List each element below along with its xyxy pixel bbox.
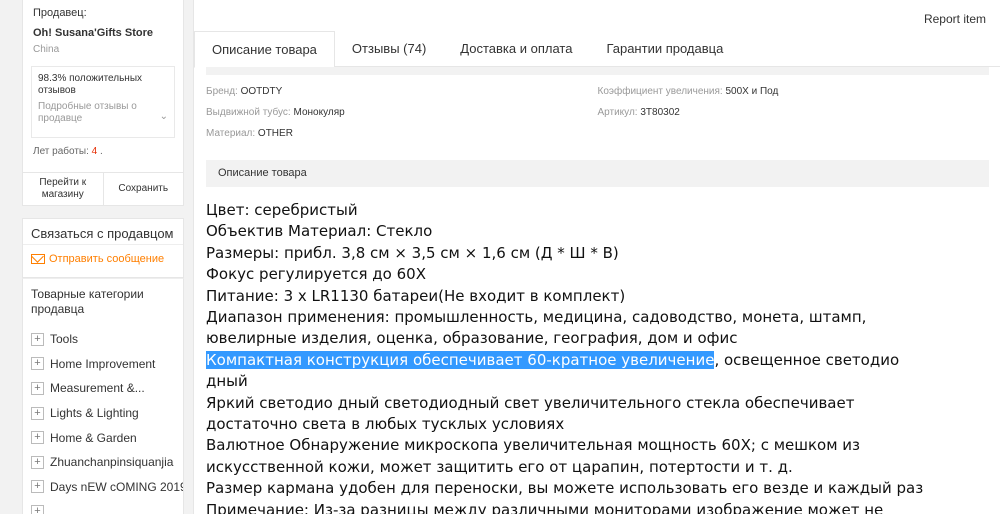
- feedback-positive: 98.3% положительных отзывов: [38, 73, 168, 97]
- spec-sku: Артикул: 3T80302: [597, 107, 680, 118]
- feedback-summary[interactable]: 98.3% положительных отзывов Подробные от…: [31, 66, 175, 138]
- spec-material: Материал: OTHER: [206, 128, 293, 139]
- expand-plus-icon[interactable]: +: [31, 431, 44, 445]
- desc-line: Диапазон применения: промышленность, мед…: [206, 308, 867, 327]
- product-description: Цвет: серебристый Объектив Материал: Сте…: [206, 200, 991, 514]
- detail-tabs: Описание товара Отзывы (74) Доставка и о…: [194, 31, 1000, 68]
- desc-line: искусственной кожи, может защитить его о…: [206, 457, 793, 476]
- spec-row: Выдвижной тубус: Монокуляр Артикул: 3T80…: [206, 107, 989, 128]
- desc-line: достаточно света в любых тусклых условия…: [206, 415, 565, 434]
- specs-header-bar: [206, 67, 989, 75]
- spec-brand: Бренд: OOTDTY: [206, 86, 283, 97]
- contact-title: Связаться с продавцом: [23, 219, 183, 245]
- category-label[interactable]: Home & Garden: [50, 431, 137, 445]
- seller-country: China: [33, 44, 60, 55]
- product-detail-panel: Report item Описание товара Отзывы (74) …: [193, 0, 1000, 514]
- expand-plus-icon[interactable]: +: [31, 504, 44, 514]
- desc-line: Объектив Материал: Стекло: [206, 222, 433, 241]
- left-sidebar: Продавец: Oh! Susana'Gifts Store China 9…: [22, 0, 184, 514]
- detailed-feedback-link[interactable]: Подробные отзывы о продавце: [38, 101, 156, 125]
- mail-icon: [31, 254, 45, 264]
- tab-shipping[interactable]: Доставка и оплата: [443, 31, 589, 67]
- seller-label: Продавец:: [33, 7, 87, 19]
- desc-line: Яркий светодио дный светодиодный свет ув…: [206, 393, 855, 412]
- category-item[interactable]: + Lights & Lighting: [31, 401, 183, 426]
- tab-description[interactable]: Описание товара: [194, 31, 335, 68]
- store-categories: Товарные категории продавца + Tools + Home…: [22, 278, 184, 514]
- years-suffix: .: [100, 146, 103, 157]
- category-item[interactable]: + Days nEW cOMING 2019: [31, 475, 183, 500]
- send-message-link[interactable]: Отправить сообщение: [23, 245, 183, 273]
- seller-name-link[interactable]: Oh! Susana'Gifts Store: [33, 26, 173, 40]
- category-list: + Tools + Home Improvement + Measurement &.…: [23, 319, 183, 514]
- save-store-button[interactable]: Сохранить: [102, 173, 184, 205]
- years-value: 4: [91, 146, 98, 157]
- desc-text: , освещенное светодио: [714, 350, 900, 369]
- seller-actions: Перейти к магазину Сохранить: [23, 172, 183, 205]
- expand-plus-icon[interactable]: +: [31, 455, 44, 469]
- category-item[interactable]: + Tools: [31, 327, 183, 352]
- expand-plus-icon[interactable]: +: [31, 381, 44, 395]
- tab-reviews[interactable]: Отзывы (74): [335, 31, 443, 67]
- category-item[interactable]: + Home Improvement: [31, 352, 183, 377]
- feedback-percent: 98.3%: [38, 73, 67, 84]
- chevron-down-icon[interactable]: ⌄: [160, 111, 168, 122]
- spec-tube: Выдвижной тубус: Монокуляр: [206, 107, 345, 118]
- expand-plus-icon[interactable]: +: [31, 406, 44, 420]
- desc-line: Размеры: прибл. 3,8 см × 3,5 см × 1,6 см…: [206, 243, 619, 262]
- category-label[interactable]: Zhuanchanpinsiquanjia: [50, 455, 173, 469]
- category-label[interactable]: Lights & Lighting: [50, 406, 139, 420]
- seller-info-card: Продавец: Oh! Susana'Gifts Store China 9…: [22, 0, 184, 206]
- category-label[interactable]: Days nEW cOMING 2019: [50, 480, 183, 494]
- category-item[interactable]: + Measurement &...: [31, 376, 183, 401]
- category-item[interactable]: +: [31, 499, 183, 514]
- category-label[interactable]: Tools: [50, 332, 78, 346]
- description-header: Описание товара: [206, 160, 989, 187]
- desc-line: Цвет: серебристый: [206, 201, 358, 219]
- report-item-link[interactable]: Report item: [924, 12, 986, 26]
- spec-row: Материал: OTHER: [206, 128, 989, 149]
- category-label[interactable]: Measurement &...: [50, 381, 145, 395]
- store-years: Лет работы: 4 .: [33, 146, 173, 158]
- category-item[interactable]: + Home & Garden: [31, 425, 183, 450]
- contact-seller-card: Связаться с продавцом Отправить сообщени…: [22, 218, 184, 278]
- expand-plus-icon[interactable]: +: [31, 332, 44, 346]
- spec-row: Бренд: OOTDTY Коэффициент увеличения: 50…: [206, 86, 989, 107]
- category-label[interactable]: Home Improvement: [50, 357, 155, 371]
- expand-plus-icon[interactable]: +: [31, 480, 44, 494]
- desc-line: Фокус регулируется до 60X: [206, 265, 426, 284]
- desc-line: Валютное Обнаружение микроскопа увеличит…: [206, 436, 861, 455]
- desc-line: дный: [206, 372, 248, 391]
- send-message-label: Отправить сообщение: [49, 253, 165, 265]
- spec-magnification: Коэффициент увеличения: 500X и Под: [597, 86, 779, 97]
- desc-line: Компактная конструкция обеспечивает 60-к…: [206, 350, 991, 371]
- expand-plus-icon[interactable]: +: [31, 357, 44, 371]
- page: Продавец: Oh! Susana'Gifts Store China 9…: [0, 0, 1000, 514]
- visit-store-button[interactable]: Перейти к магазину: [23, 173, 103, 205]
- desc-line: ювелирные изделия, оценка, образование, …: [206, 329, 738, 348]
- category-item[interactable]: + Zhuanchanpinsiquanjia: [31, 450, 183, 475]
- categories-title: Товарные категории продавца: [31, 287, 144, 316]
- desc-line: Размер кармана удобен для переноски, вы …: [206, 479, 924, 498]
- years-label: Лет работы:: [33, 146, 89, 157]
- tab-guarantees[interactable]: Гарантии продавца: [589, 31, 740, 67]
- selected-text: Компактная конструкция обеспечивает 60-к…: [206, 350, 715, 369]
- desc-line: Примечание: Из-за разницы между различны…: [206, 500, 884, 514]
- desc-line: Питание: 3 x LR1130 батареи(Не входит в …: [206, 286, 626, 305]
- item-specifics: Бренд: OOTDTY Коэффициент увеличения: 50…: [206, 86, 989, 149]
